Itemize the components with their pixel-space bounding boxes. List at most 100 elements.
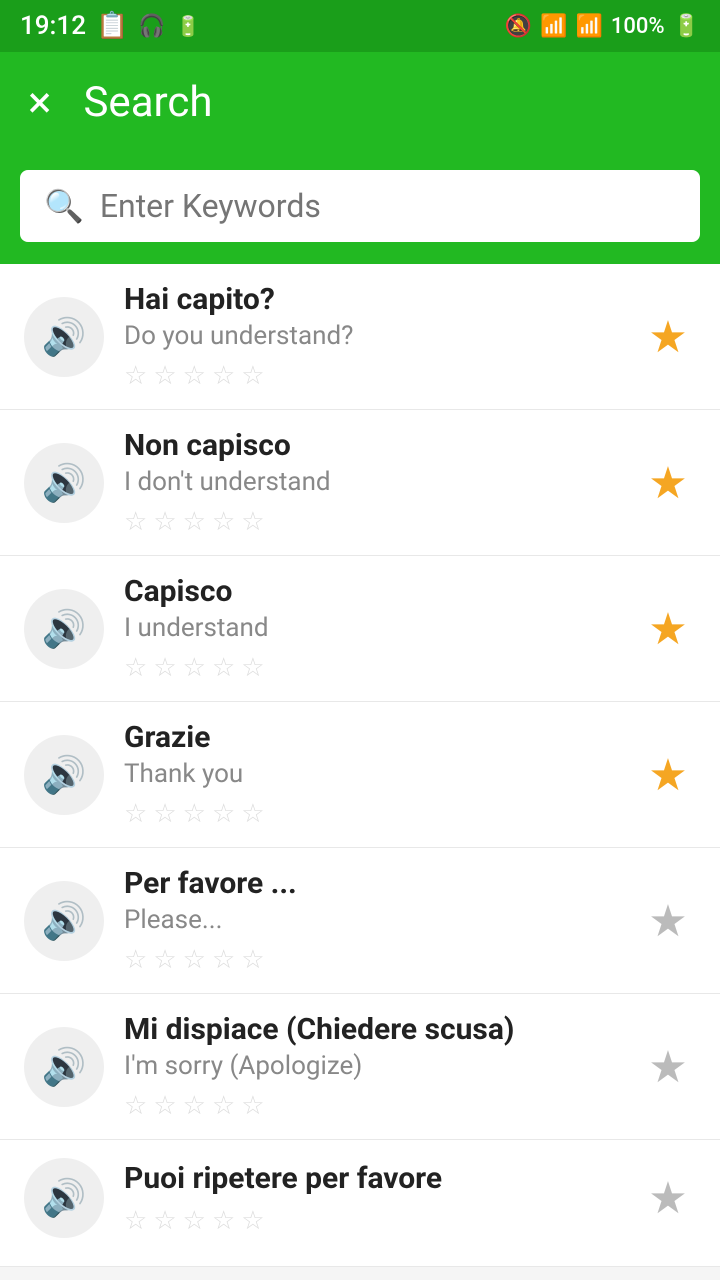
- phrase-original: Non capisco: [124, 428, 620, 463]
- speaker-icon: 🔊: [42, 900, 87, 942]
- star-3[interactable]: ☆: [183, 507, 206, 537]
- header: × Search: [0, 52, 720, 152]
- speaker-button[interactable]: 🔊: [24, 735, 104, 815]
- star-5[interactable]: ☆: [241, 653, 264, 683]
- star-3[interactable]: ☆: [183, 653, 206, 683]
- favorite-empty-icon: ★: [648, 1172, 687, 1224]
- phrase-content: Capisco I understand ☆ ☆ ☆ ☆ ☆: [124, 574, 620, 683]
- speaker-button[interactable]: 🔊: [24, 589, 104, 669]
- star-1[interactable]: ☆: [124, 1206, 147, 1236]
- phrase-content: Grazie Thank you ☆ ☆ ☆ ☆ ☆: [124, 720, 620, 829]
- star-4[interactable]: ☆: [212, 1206, 235, 1236]
- battery-percent: 100%: [611, 14, 665, 39]
- phrase-original: Mi dispiace (Chiedere scusa): [124, 1012, 620, 1047]
- speaker-button[interactable]: 🔊: [24, 881, 104, 961]
- star-2[interactable]: ☆: [153, 653, 176, 683]
- favorite-filled-icon: ★: [648, 603, 687, 655]
- media-icon: 🎧: [138, 14, 165, 39]
- signal-icon: 📶: [575, 14, 602, 39]
- star-2[interactable]: ☆: [153, 1206, 176, 1236]
- star-1[interactable]: ☆: [124, 799, 147, 829]
- star-rating[interactable]: ☆ ☆ ☆ ☆ ☆: [124, 653, 620, 683]
- status-bar: 19:12 📋 🎧 🔋 🔕 📶 📶 100% 🔋: [0, 0, 720, 52]
- star-1[interactable]: ☆: [124, 361, 147, 391]
- list-item: 🔊 Non capisco I don't understand ☆ ☆ ☆ ☆…: [0, 410, 720, 556]
- wifi-icon: 📶: [540, 14, 567, 39]
- list-item: 🔊 Puoi ripetere per favore ☆ ☆ ☆ ☆ ☆ ★: [0, 1140, 720, 1267]
- clipboard-icon: 📋: [96, 11, 128, 41]
- phrase-translation: Thank you: [124, 759, 620, 789]
- favorite-button[interactable]: ★: [640, 601, 696, 657]
- star-5[interactable]: ☆: [241, 507, 264, 537]
- status-left: 19:12 📋 🎧 🔋: [20, 11, 201, 41]
- speaker-button[interactable]: 🔊: [24, 297, 104, 377]
- star-rating[interactable]: ☆ ☆ ☆ ☆ ☆: [124, 945, 620, 975]
- star-rating[interactable]: ☆ ☆ ☆ ☆ ☆: [124, 507, 620, 537]
- star-5[interactable]: ☆: [241, 361, 264, 391]
- phrase-list: 🔊 Hai capito? Do you understand? ☆ ☆ ☆ ☆…: [0, 264, 720, 1267]
- search-bar: 🔍: [20, 170, 700, 242]
- star-1[interactable]: ☆: [124, 945, 147, 975]
- star-4[interactable]: ☆: [212, 1091, 235, 1121]
- speaker-icon: 🔊: [42, 1177, 87, 1219]
- speaker-button[interactable]: 🔊: [24, 443, 104, 523]
- star-4[interactable]: ☆: [212, 799, 235, 829]
- favorite-empty-icon: ★: [648, 895, 687, 947]
- star-4[interactable]: ☆: [212, 507, 235, 537]
- speaker-button[interactable]: 🔊: [24, 1158, 104, 1238]
- battery-icon: 🔋: [673, 14, 700, 39]
- favorite-button[interactable]: ★: [640, 1039, 696, 1095]
- star-rating[interactable]: ☆ ☆ ☆ ☆ ☆: [124, 1091, 620, 1121]
- favorite-button[interactable]: ★: [640, 747, 696, 803]
- star-2[interactable]: ☆: [153, 361, 176, 391]
- star-3[interactable]: ☆: [183, 799, 206, 829]
- star-rating[interactable]: ☆ ☆ ☆ ☆ ☆: [124, 799, 620, 829]
- star-3[interactable]: ☆: [183, 1206, 206, 1236]
- star-2[interactable]: ☆: [153, 945, 176, 975]
- list-item: 🔊 Hai capito? Do you understand? ☆ ☆ ☆ ☆…: [0, 264, 720, 410]
- phrase-translation: I'm sorry (Apologize): [124, 1051, 620, 1081]
- battery-indicator-icon: 🔋: [176, 14, 201, 38]
- list-item: 🔊 Grazie Thank you ☆ ☆ ☆ ☆ ☆ ★: [0, 702, 720, 848]
- phrase-original: Grazie: [124, 720, 620, 755]
- star-4[interactable]: ☆: [212, 653, 235, 683]
- star-2[interactable]: ☆: [153, 507, 176, 537]
- star-1[interactable]: ☆: [124, 653, 147, 683]
- star-4[interactable]: ☆: [212, 361, 235, 391]
- favorite-button[interactable]: ★: [640, 1170, 696, 1226]
- close-button[interactable]: ×: [28, 80, 51, 124]
- favorite-button[interactable]: ★: [640, 893, 696, 949]
- star-3[interactable]: ☆: [183, 1091, 206, 1121]
- star-3[interactable]: ☆: [183, 945, 206, 975]
- speaker-icon: 🔊: [42, 462, 87, 504]
- phrase-content: Non capisco I don't understand ☆ ☆ ☆ ☆ ☆: [124, 428, 620, 537]
- star-rating[interactable]: ☆ ☆ ☆ ☆ ☆: [124, 361, 620, 391]
- star-2[interactable]: ☆: [153, 799, 176, 829]
- star-1[interactable]: ☆: [124, 1091, 147, 1121]
- favorite-filled-icon: ★: [648, 457, 687, 509]
- star-1[interactable]: ☆: [124, 507, 147, 537]
- favorite-button[interactable]: ★: [640, 309, 696, 365]
- speaker-button[interactable]: 🔊: [24, 1027, 104, 1107]
- phrase-content: Puoi ripetere per favore ☆ ☆ ☆ ☆ ☆: [124, 1161, 620, 1236]
- mute-icon: 🔕: [505, 14, 532, 39]
- status-time: 19:12: [20, 11, 86, 41]
- search-bar-container: 🔍: [0, 152, 720, 264]
- list-item: 🔊 Mi dispiace (Chiedere scusa) I'm sorry…: [0, 994, 720, 1140]
- star-5[interactable]: ☆: [241, 799, 264, 829]
- header-title: Search: [83, 78, 212, 127]
- star-4[interactable]: ☆: [212, 945, 235, 975]
- search-input[interactable]: [100, 187, 676, 225]
- favorite-filled-icon: ★: [648, 749, 687, 801]
- star-5[interactable]: ☆: [241, 945, 264, 975]
- star-rating[interactable]: ☆ ☆ ☆ ☆ ☆: [124, 1206, 620, 1236]
- phrase-original: Capisco: [124, 574, 620, 609]
- star-5[interactable]: ☆: [241, 1091, 264, 1121]
- favorite-button[interactable]: ★: [640, 455, 696, 511]
- favorite-empty-icon: ★: [648, 1041, 687, 1093]
- search-icon: 🔍: [44, 187, 84, 225]
- phrase-translation: Do you understand?: [124, 321, 620, 351]
- star-2[interactable]: ☆: [153, 1091, 176, 1121]
- star-5[interactable]: ☆: [241, 1206, 264, 1236]
- star-3[interactable]: ☆: [183, 361, 206, 391]
